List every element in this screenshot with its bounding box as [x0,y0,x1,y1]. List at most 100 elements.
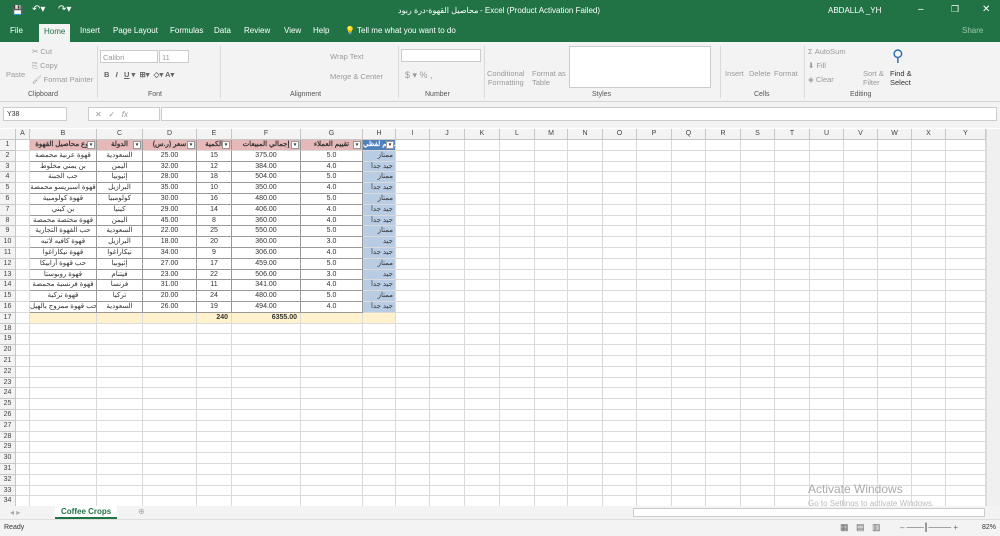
cell[interactable] [844,140,878,151]
cell[interactable] [603,421,637,432]
cell[interactable] [706,345,741,356]
cell[interactable] [878,205,912,216]
total-cell[interactable] [363,313,396,324]
cell[interactable] [396,475,430,486]
row-header[interactable]: 4 [0,172,16,183]
cell[interactable] [16,324,30,334]
cell[interactable] [232,442,301,453]
cell[interactable] [396,367,430,378]
cell[interactable] [706,259,741,270]
cell[interactable] [97,496,143,506]
cell[interactable] [232,421,301,432]
cell[interactable] [16,399,30,410]
cell[interactable] [637,324,672,334]
cell[interactable] [143,453,197,464]
cell[interactable] [706,216,741,226]
cell[interactable] [844,453,878,464]
cell[interactable] [500,216,535,226]
table-cell[interactable]: 32.00 [143,162,197,172]
cell[interactable] [568,453,603,464]
cell[interactable] [946,205,986,216]
cell[interactable] [878,291,912,302]
cell[interactable] [741,367,775,378]
cell[interactable] [912,388,946,399]
cell[interactable] [946,248,986,259]
table-cell[interactable]: 10 [197,183,232,194]
cell[interactable] [430,194,465,205]
cell[interactable] [672,378,706,388]
row-header[interactable]: 18 [0,324,16,334]
cell[interactable] [844,205,878,216]
table-cell[interactable]: بن يمني مخلوط [30,162,97,172]
table-cell[interactable]: السعودية [97,151,143,162]
cell[interactable] [775,237,810,248]
cell[interactable] [706,486,741,496]
cell[interactable] [430,399,465,410]
cell[interactable] [535,194,568,205]
cell[interactable] [672,205,706,216]
cell[interactable] [878,313,912,324]
cell[interactable] [741,259,775,270]
cell[interactable] [672,475,706,486]
copy-button[interactable]: ⎘ Copy [32,61,58,71]
cell[interactable] [535,205,568,216]
row-header[interactable]: 26 [0,410,16,421]
cell[interactable] [430,280,465,291]
cell[interactable] [603,496,637,506]
cell[interactable] [500,345,535,356]
cell[interactable] [741,464,775,475]
cell[interactable] [775,334,810,345]
cell[interactable] [500,237,535,248]
cell[interactable] [30,432,97,442]
cell[interactable] [637,172,672,183]
cell[interactable] [946,496,986,506]
table-cell[interactable]: جيد جداً [363,183,396,194]
table-cell[interactable]: 9 [197,248,232,259]
cell[interactable] [197,421,232,432]
cell[interactable] [430,356,465,367]
conditional-formatting-button[interactable]: Conditional Formatting [487,69,525,87]
row-header[interactable]: 15 [0,291,16,302]
user-name[interactable]: ABDALLA _YH [828,6,881,15]
cell[interactable] [706,324,741,334]
cell[interactable] [143,388,197,399]
cell[interactable] [741,388,775,399]
cell[interactable] [30,486,97,496]
cell[interactable] [465,291,500,302]
table-cell[interactable]: 34.00 [143,248,197,259]
cell[interactable] [30,410,97,421]
cell[interactable] [810,248,844,259]
cell[interactable] [637,183,672,194]
cell[interactable] [672,259,706,270]
total-cell[interactable] [143,313,197,324]
cell[interactable] [706,183,741,194]
cell[interactable] [535,270,568,280]
cell[interactable] [603,205,637,216]
cell[interactable] [603,237,637,248]
cell[interactable] [197,432,232,442]
cell[interactable] [568,183,603,194]
cell[interactable] [430,302,465,313]
cell[interactable] [197,486,232,496]
table-cell[interactable]: تركيا [97,291,143,302]
cell[interactable] [741,432,775,442]
cell[interactable] [775,356,810,367]
cell[interactable] [946,183,986,194]
cell[interactable] [16,183,30,194]
table-cell[interactable]: 360.00 [232,237,301,248]
cell[interactable] [465,313,500,324]
cell[interactable] [16,432,30,442]
cell[interactable] [603,270,637,280]
cell[interactable] [878,237,912,248]
row-header[interactable]: 8 [0,216,16,226]
cell[interactable] [363,378,396,388]
cell[interactable] [97,378,143,388]
cell[interactable] [775,410,810,421]
cell[interactable] [810,345,844,356]
cell[interactable] [706,291,741,302]
cell[interactable] [396,216,430,226]
cell[interactable] [810,324,844,334]
cell[interactable] [946,270,986,280]
close-icon[interactable]: ✕ [982,4,990,15]
row-header[interactable]: 23 [0,378,16,388]
